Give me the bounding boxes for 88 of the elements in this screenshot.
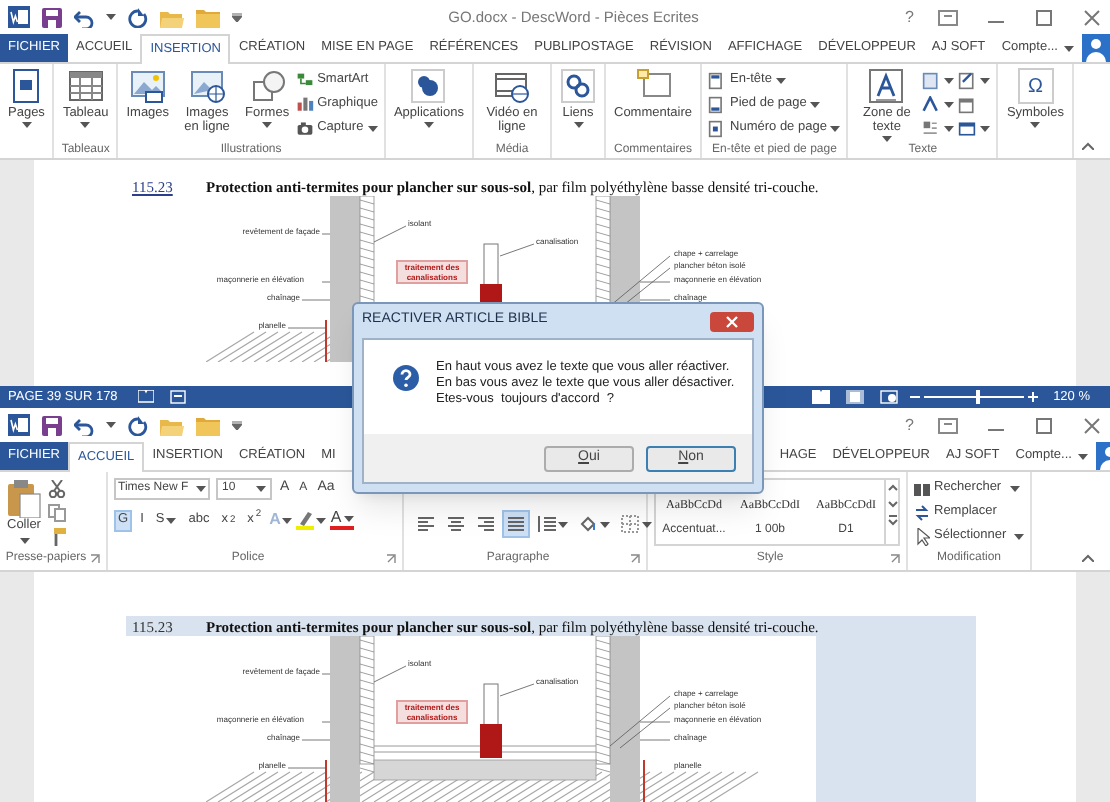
- paragraph-button[interactable]: [502, 510, 530, 538]
- drop-cap-icon: [922, 119, 941, 137]
- dialog-launcher-icon[interactable]: [386, 554, 396, 564]
- maximize-icon[interactable]: [1034, 9, 1054, 25]
- app-document-icon: [8, 414, 30, 436]
- paragraph-button[interactable]: [616, 510, 656, 538]
- help-button[interactable]: ?: [905, 5, 914, 29]
- ribbon-display-options-icon[interactable]: [938, 417, 958, 433]
- replace-icon: [914, 503, 930, 521]
- format-painter-icon[interactable]: [48, 528, 66, 546]
- app-document-icon: [8, 6, 30, 28]
- question-icon: [392, 364, 420, 392]
- caret-icon: [19, 538, 29, 544]
- web-layout-icon[interactable]: [879, 390, 898, 404]
- layout-icon[interactable]: [169, 390, 186, 404]
- scissors-icon[interactable]: [48, 480, 66, 498]
- customize-caret-icon[interactable]: [232, 12, 242, 22]
- align-center-icon: [446, 514, 466, 534]
- caret-icon: [106, 14, 116, 20]
- caret-icon: [282, 517, 293, 523]
- caret-icon: [558, 521, 568, 527]
- print-layout-icon[interactable]: [845, 390, 864, 404]
- highlighter-icon: [296, 511, 315, 529]
- caret-icon: [196, 486, 206, 492]
- ribbon-icon-button[interactable]: [958, 118, 991, 138]
- caret-icon: [106, 422, 116, 428]
- zoom-slider-thumb[interactable]: [975, 390, 980, 404]
- omega-symbol-icon: Ω: [1017, 68, 1054, 104]
- window-object-icon: [958, 119, 977, 137]
- page-footer-icon: [708, 95, 727, 113]
- highlight-button[interactable]: [296, 511, 327, 529]
- binoculars-icon: [914, 479, 930, 497]
- collapse-ribbon-icon[interactable]: [1082, 554, 1094, 562]
- smartart-icon: [295, 71, 314, 89]
- redo-icon[interactable]: [128, 415, 148, 435]
- page-number-icon: [708, 119, 727, 137]
- caret-icon: [600, 521, 610, 527]
- caret-icon: [1064, 45, 1074, 51]
- ribbon-display-options-icon[interactable]: [938, 9, 958, 25]
- help-button[interactable]: ?: [905, 413, 914, 437]
- caret-icon: [343, 515, 354, 521]
- save-icon[interactable]: [42, 7, 62, 27]
- page-header-icon: [708, 71, 727, 89]
- dialog-launcher-icon[interactable]: [630, 554, 640, 564]
- cursor-arrow-icon: [914, 527, 930, 545]
- font-color-button[interactable]: A: [330, 510, 354, 530]
- read-mode-icon[interactable]: [811, 390, 830, 404]
- camera-icon: [295, 119, 314, 137]
- caret-icon: [642, 521, 652, 527]
- close-icon[interactable]: [710, 311, 754, 331]
- justify-icon: [506, 514, 526, 534]
- undo-icon[interactable]: [74, 415, 94, 435]
- close-icon[interactable]: [1082, 417, 1102, 433]
- customize-caret-icon[interactable]: [232, 420, 242, 430]
- save-icon[interactable]: [42, 415, 62, 435]
- more-styles-icon[interactable]: [886, 512, 900, 528]
- redo-icon[interactable]: [128, 7, 148, 27]
- wordart-icon: [922, 95, 941, 113]
- paint-bucket-icon: [578, 514, 598, 534]
- calendar-icon: [958, 95, 977, 113]
- book-check-icon[interactable]: [137, 390, 154, 404]
- borders-icon: [620, 514, 640, 534]
- ribbon-icon-button[interactable]: [922, 94, 955, 114]
- paragraph-button[interactable]: [532, 510, 572, 538]
- align-right-icon: [476, 514, 496, 534]
- zoom-out-icon[interactable]: [909, 392, 920, 402]
- scroll-up-icon[interactable]: [886, 480, 900, 496]
- maximize-icon[interactable]: [1034, 417, 1054, 433]
- undo-icon[interactable]: [74, 7, 94, 27]
- dialog-launcher-icon[interactable]: [90, 554, 100, 564]
- clipboard-icon: [6, 478, 42, 518]
- align-left-icon: [416, 514, 436, 534]
- close-icon[interactable]: [1082, 9, 1102, 25]
- dialog-launcher-icon[interactable]: [890, 554, 900, 564]
- zoom-in-icon[interactable]: [1027, 392, 1038, 402]
- user-avatar-icon[interactable]: [1082, 34, 1110, 62]
- caret-icon: [256, 486, 266, 492]
- caret-icon: [316, 517, 327, 523]
- bar-chart-icon: [295, 95, 314, 113]
- ribbon-icon-button[interactable]: [922, 118, 955, 138]
- collapse-ribbon-icon[interactable]: [1082, 142, 1094, 150]
- line-spacing-icon: [536, 514, 556, 534]
- ribbon-icon-button[interactable]: [958, 70, 991, 90]
- blocks-icon: [922, 71, 941, 89]
- ribbon-icon-button[interactable]: [922, 70, 955, 90]
- scroll-down-icon[interactable]: [886, 496, 900, 512]
- copy-icon[interactable]: [48, 504, 66, 522]
- caret-icon: [1077, 453, 1088, 459]
